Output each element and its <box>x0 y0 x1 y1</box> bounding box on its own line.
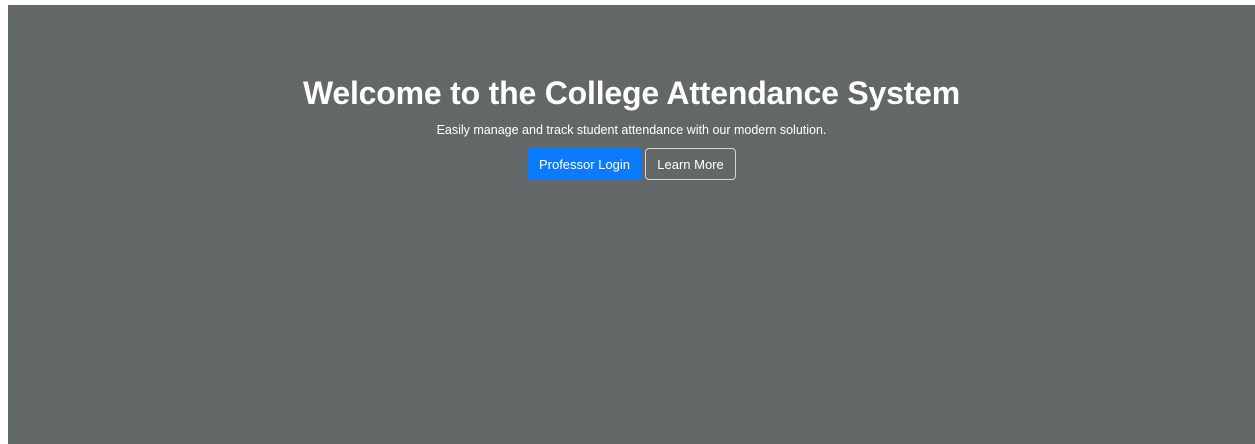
hero-actions: Professor Login Learn More <box>527 148 736 180</box>
learn-more-button[interactable]: Learn More <box>645 148 736 180</box>
hero-content: Welcome to the College Attendance System… <box>8 73 1255 180</box>
hero-section: Welcome to the College Attendance System… <box>8 5 1255 444</box>
hero-title: Welcome to the College Attendance System <box>302 75 961 111</box>
page: Welcome to the College Attendance System… <box>0 0 1255 444</box>
professor-login-button[interactable]: Professor Login <box>527 148 642 180</box>
hero-subtitle: Easily manage and track student attendan… <box>436 123 827 137</box>
